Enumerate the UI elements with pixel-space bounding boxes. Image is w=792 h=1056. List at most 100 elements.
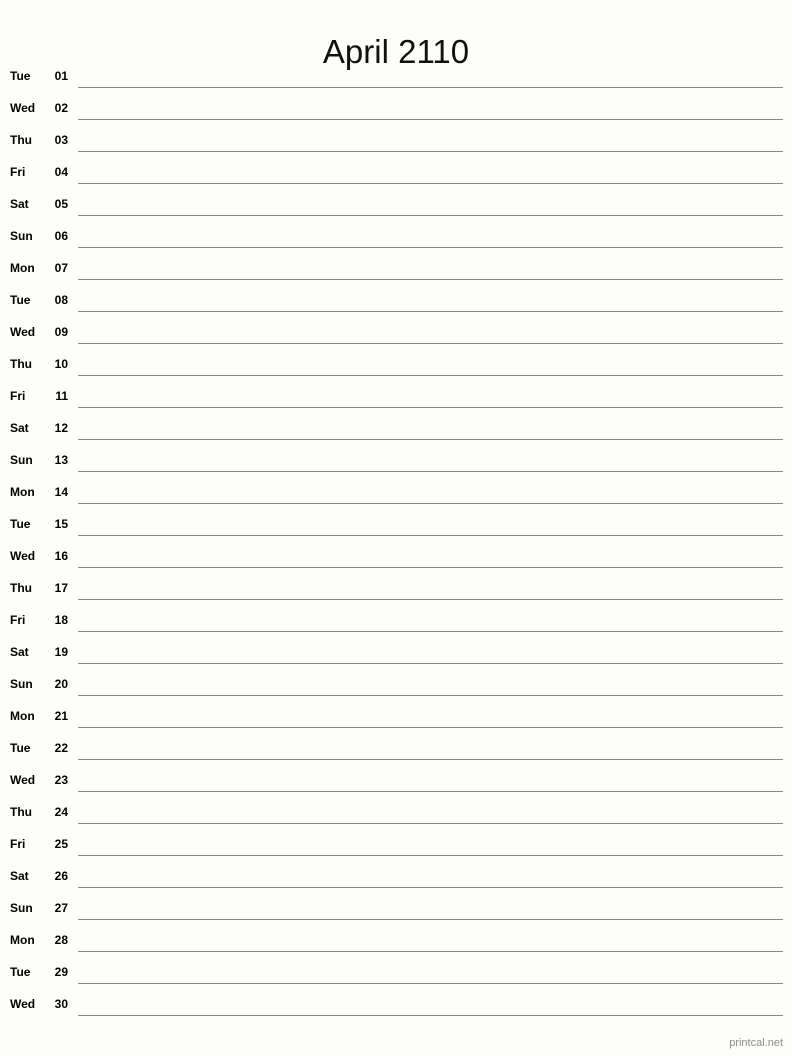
day-number-label: 22 (54, 741, 68, 755)
day-weekday-label: Fri (10, 389, 26, 403)
day-number-label: 29 (54, 965, 68, 979)
day-number-label: 14 (54, 485, 68, 499)
day-weekday-label: Wed (10, 325, 36, 339)
day-writing-line[interactable] (78, 183, 783, 184)
day-row: Sun 06 (0, 224, 792, 256)
day-row: Thu 10 (0, 352, 792, 384)
day-writing-line[interactable] (78, 631, 783, 632)
day-row: Fri 04 (0, 160, 792, 192)
day-writing-line[interactable] (78, 1015, 783, 1016)
day-number-label: 16 (54, 549, 68, 563)
day-writing-line[interactable] (78, 983, 783, 984)
day-writing-line[interactable] (78, 471, 783, 472)
day-number-label: 19 (54, 645, 68, 659)
day-row: Tue 29 (0, 960, 792, 992)
day-writing-line[interactable] (78, 247, 783, 248)
day-row: Wed 30 (0, 992, 792, 1024)
day-weekday-label: Sun (10, 901, 33, 915)
day-writing-line[interactable] (78, 727, 783, 728)
calendar-page: April 2110 Tue 01 Wed 02 Thu 03 Fri 04 Sat 05 Sun 0… (0, 0, 792, 1056)
day-weekday-label: Thu (10, 133, 32, 147)
day-row: Mon 07 (0, 256, 792, 288)
day-number-label: 27 (54, 901, 68, 915)
day-number-label: 09 (54, 325, 68, 339)
day-number-label: 02 (54, 101, 68, 115)
day-writing-line[interactable] (78, 343, 783, 344)
day-weekday-label: Tue (10, 741, 31, 755)
day-writing-line[interactable] (78, 503, 783, 504)
footer-credit: printcal.net (729, 1037, 783, 1049)
day-weekday-label: Mon (10, 709, 35, 723)
day-number-label: 03 (54, 133, 68, 147)
day-number-label: 28 (54, 933, 68, 947)
day-weekday-label: Sun (10, 453, 33, 467)
day-weekday-label: Wed (10, 997, 36, 1011)
day-writing-line[interactable] (78, 439, 783, 440)
day-weekday-label: Sat (10, 869, 29, 883)
day-writing-line[interactable] (78, 887, 783, 888)
day-weekday-label: Wed (10, 101, 36, 115)
day-weekday-label: Wed (10, 549, 36, 563)
day-number-label: 25 (54, 837, 68, 851)
day-number-label: 08 (54, 293, 68, 307)
day-writing-line[interactable] (78, 407, 783, 408)
day-row: Wed 16 (0, 544, 792, 576)
day-weekday-label: Sun (10, 677, 33, 691)
day-row: Wed 23 (0, 768, 792, 800)
day-row: Wed 02 (0, 96, 792, 128)
day-number-label: 21 (54, 709, 68, 723)
day-number-label: 17 (54, 581, 68, 595)
day-writing-line[interactable] (78, 375, 783, 376)
day-number-label: 12 (54, 421, 68, 435)
day-weekday-label: Sat (10, 197, 29, 211)
day-writing-line[interactable] (78, 215, 783, 216)
day-number-label: 06 (54, 229, 68, 243)
day-weekday-label: Thu (10, 805, 32, 819)
day-writing-line[interactable] (78, 855, 783, 856)
day-writing-line[interactable] (78, 599, 783, 600)
day-row: Fri 11 (0, 384, 792, 416)
day-weekday-label: Mon (10, 933, 35, 947)
day-row: Sat 19 (0, 640, 792, 672)
day-writing-line[interactable] (78, 567, 783, 568)
day-row: Fri 25 (0, 832, 792, 864)
day-writing-line[interactable] (78, 535, 783, 536)
day-writing-line[interactable] (78, 311, 783, 312)
day-weekday-label: Sat (10, 421, 29, 435)
day-weekday-label: Tue (10, 69, 31, 83)
day-writing-line[interactable] (78, 87, 783, 88)
day-number-label: 20 (54, 677, 68, 691)
day-writing-line[interactable] (78, 951, 783, 952)
day-row: Sun 20 (0, 672, 792, 704)
day-weekday-label: Tue (10, 517, 31, 531)
day-row: Sun 27 (0, 896, 792, 928)
day-writing-line[interactable] (78, 919, 783, 920)
day-writing-line[interactable] (78, 119, 783, 120)
day-number-label: 11 (55, 389, 68, 403)
day-writing-line[interactable] (78, 759, 783, 760)
day-number-label: 18 (54, 613, 68, 627)
day-writing-line[interactable] (78, 151, 783, 152)
day-row: Fri 18 (0, 608, 792, 640)
day-row: Tue 22 (0, 736, 792, 768)
day-weekday-label: Fri (10, 837, 26, 851)
day-row: Wed 09 (0, 320, 792, 352)
day-row: Tue 08 (0, 288, 792, 320)
day-writing-line[interactable] (78, 791, 783, 792)
day-row: Sat 26 (0, 864, 792, 896)
day-weekday-label: Tue (10, 293, 31, 307)
day-row: Mon 28 (0, 928, 792, 960)
day-number-label: 13 (54, 453, 68, 467)
day-number-label: 30 (54, 997, 68, 1011)
day-writing-line[interactable] (78, 695, 783, 696)
day-writing-line[interactable] (78, 823, 783, 824)
day-writing-line[interactable] (78, 663, 783, 664)
day-writing-line[interactable] (78, 279, 783, 280)
day-weekday-label: Thu (10, 581, 32, 595)
day-number-label: 24 (54, 805, 68, 819)
day-row: Mon 21 (0, 704, 792, 736)
day-weekday-label: Sat (10, 645, 29, 659)
day-weekday-label: Wed (10, 773, 36, 787)
day-weekday-label: Mon (10, 485, 35, 499)
day-number-label: 01 (54, 69, 68, 83)
